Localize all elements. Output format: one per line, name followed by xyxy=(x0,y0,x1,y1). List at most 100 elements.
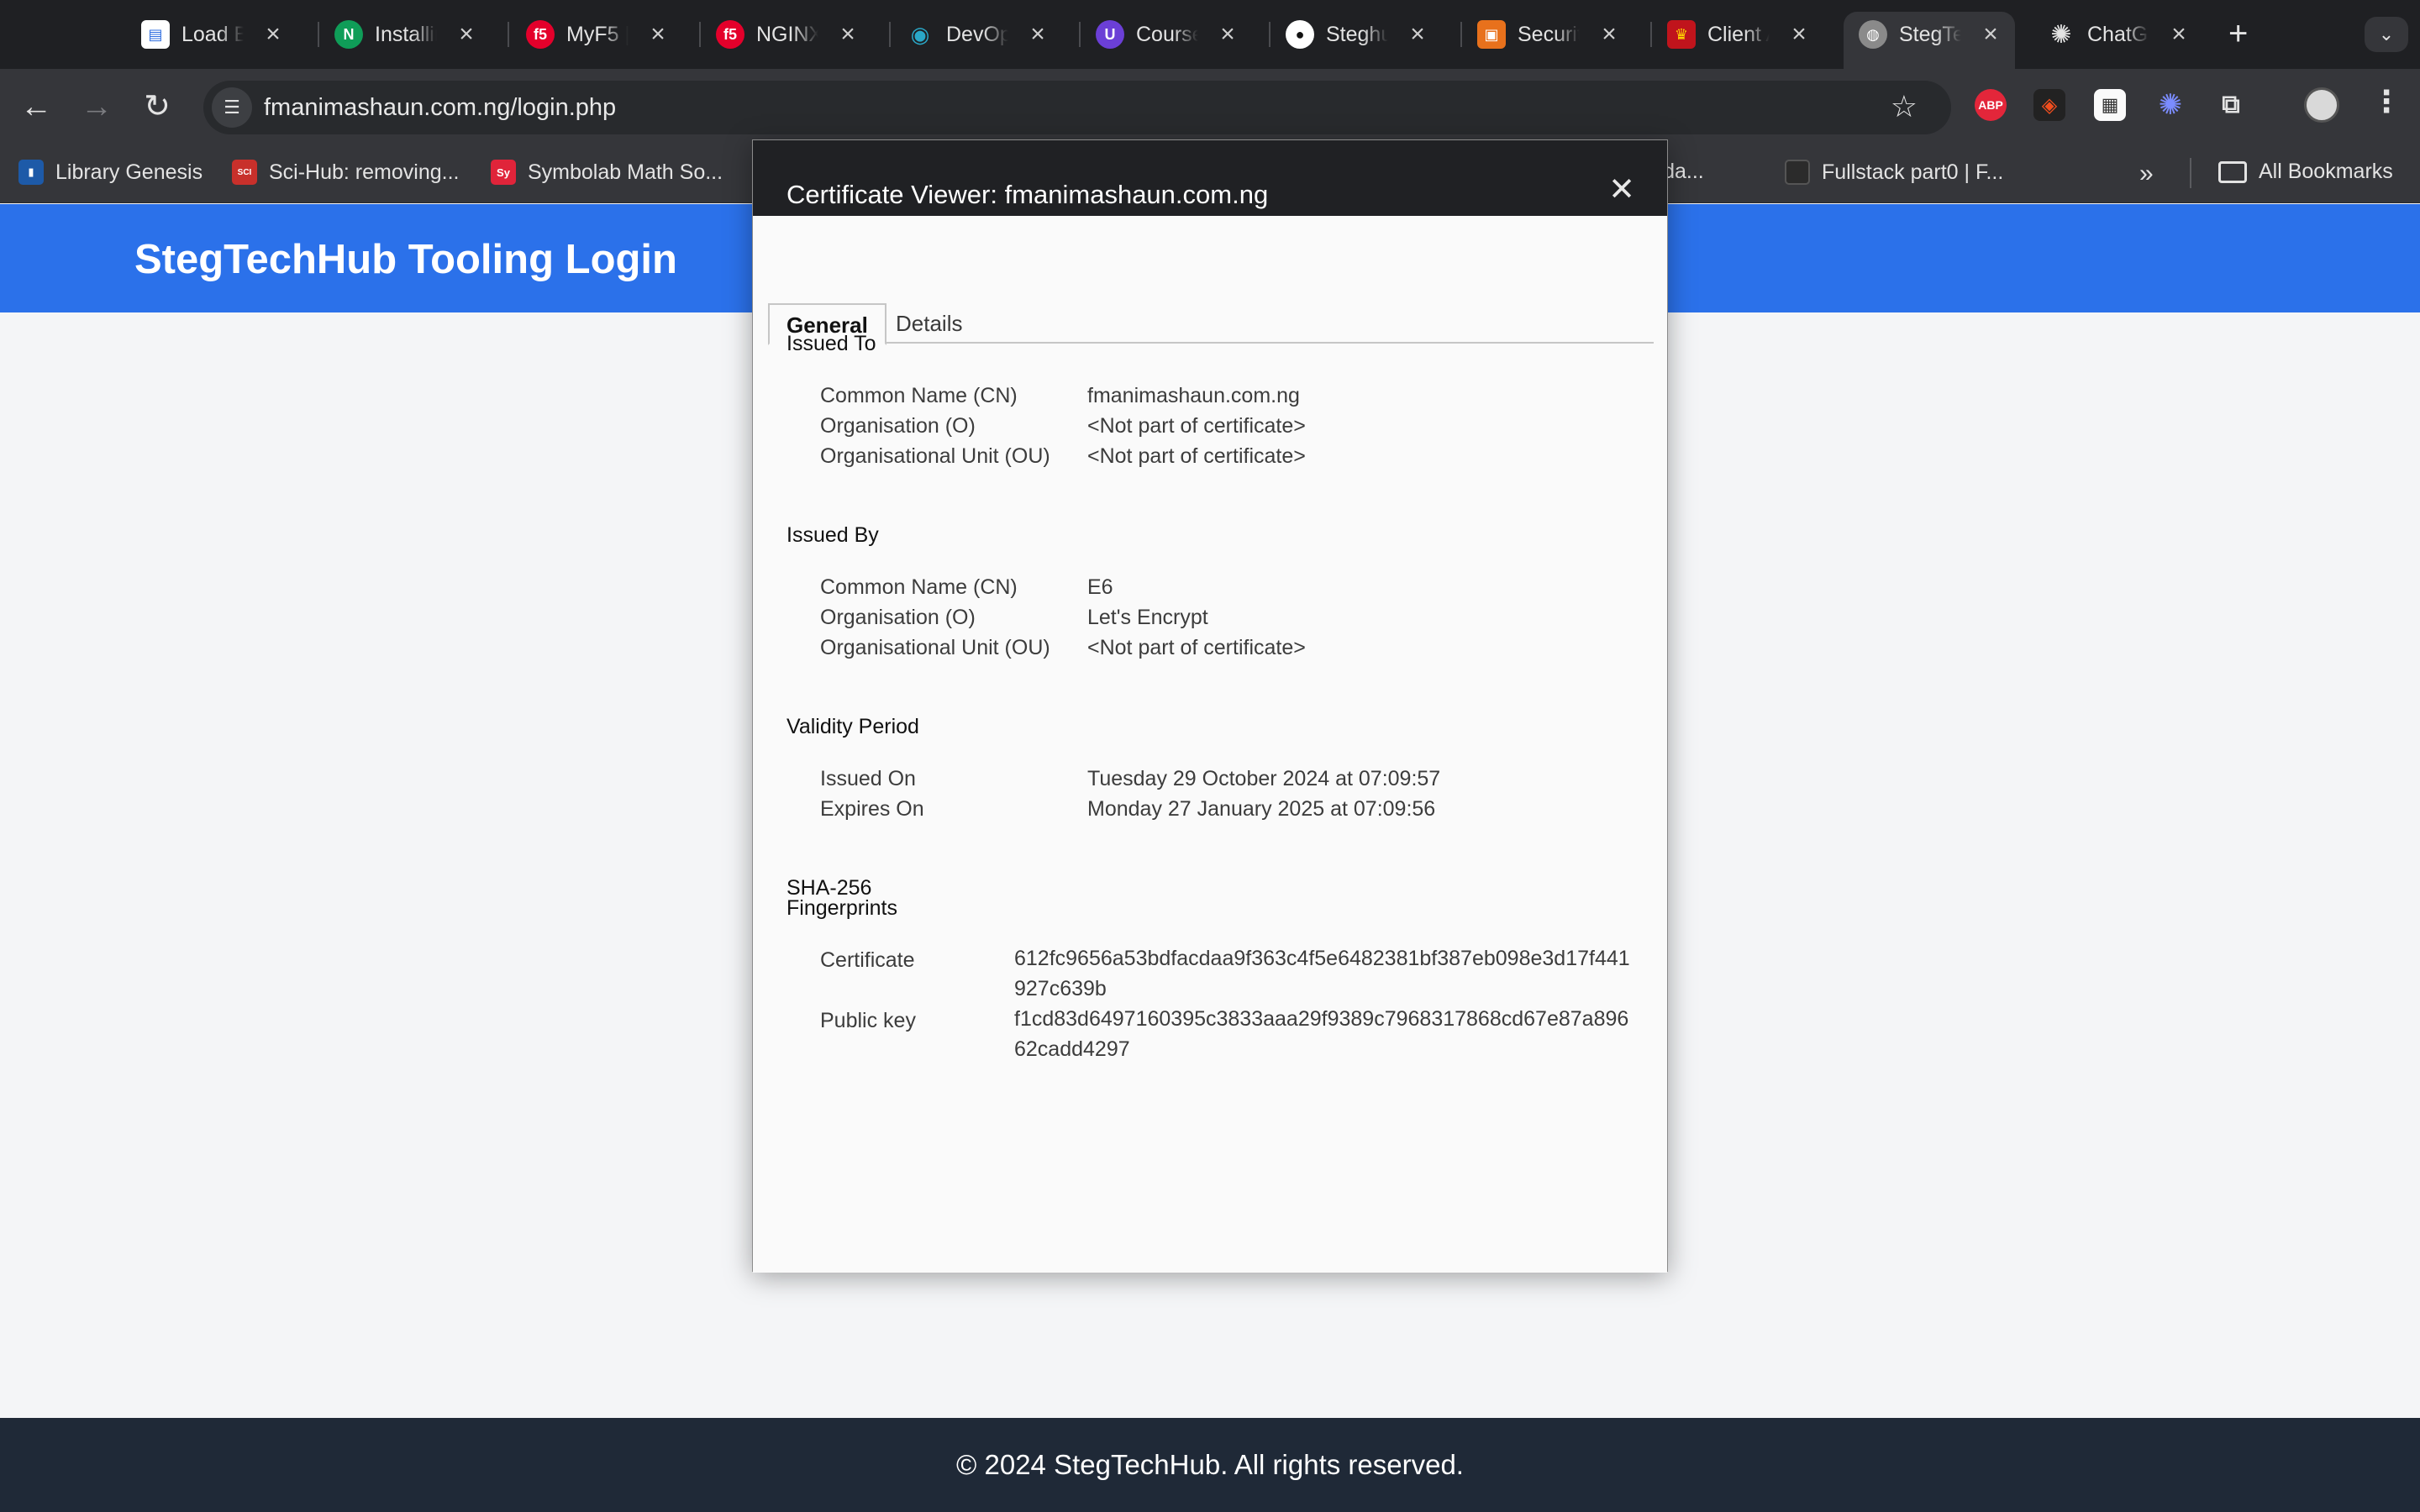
tab-strip: ▤ Load Balancer × N Installing × f5 MyF5… xyxy=(0,0,2420,69)
close-tab-icon[interactable]: × xyxy=(454,20,479,49)
bookmark-label: Library Genesis xyxy=(55,160,203,184)
tab-separator xyxy=(699,22,701,47)
field-value: fmanimashaun.com.ng xyxy=(1087,384,1300,407)
reload-icon[interactable]: ↻ xyxy=(138,87,176,126)
field-value: <Not part of certificate> xyxy=(1087,444,1306,468)
nginx-icon: N xyxy=(334,20,363,49)
field-label: Organisation (O) xyxy=(820,606,976,629)
certificate-viewer-dialog: Certificate Viewer: fmanimashaun.com.ng … xyxy=(752,139,1668,1273)
close-tab-icon[interactable]: × xyxy=(2166,20,2191,49)
avatar[interactable] xyxy=(2304,87,2339,123)
tab-title: MyF5 | Home xyxy=(566,22,629,46)
address-bar[interactable]: ☰ fmanimashaun.com.ng/login.php ☆ xyxy=(203,81,1951,134)
browser-tab[interactable]: ● Steghub × xyxy=(1286,12,1430,57)
dialog-titlebar: Certificate Viewer: fmanimashaun.com.ng … xyxy=(753,140,1667,216)
tab-title: Security xyxy=(1518,22,1580,46)
bookmark-item[interactable]: Sy Symbolab Math So... xyxy=(491,160,723,185)
bookmark-star-icon[interactable]: ☆ xyxy=(1891,89,1918,124)
tab-title: Installing xyxy=(375,22,437,46)
browser-tab[interactable]: f5 MyF5 | Home × xyxy=(526,12,671,57)
footer-text: © 2024 StegTechHub. All rights reserved. xyxy=(956,1449,1464,1480)
bookmark-item[interactable]: ▮ Library Genesis xyxy=(18,160,203,185)
field-label: Organisational Unit (OU) xyxy=(820,636,1050,659)
forward-arrow-icon[interactable]: → xyxy=(77,87,116,126)
close-tab-icon[interactable]: × xyxy=(1786,20,1812,49)
tab-details[interactable]: Details xyxy=(879,303,979,344)
openai-icon: ✺ xyxy=(2050,20,2072,49)
f5-icon: f5 xyxy=(716,20,744,49)
close-tab-icon[interactable]: × xyxy=(1215,20,1240,49)
page-title: StegTechHub Tooling Login xyxy=(134,237,677,282)
f5-icon: f5 xyxy=(526,20,555,49)
tab-title: Load Balancer xyxy=(182,22,244,46)
browser-tab[interactable]: ✺ ChatGPT × xyxy=(2047,12,2191,57)
close-tab-icon[interactable]: × xyxy=(1978,20,2003,49)
url-text[interactable]: fmanimashaun.com.ng/login.php xyxy=(264,94,616,122)
bookmarks-separator xyxy=(2190,158,2191,188)
issued-to-heading: Issued To xyxy=(786,332,876,355)
certificate-fingerprint: 612fc9656a53bdfacdaa9f363c4f5e6482381bf3… xyxy=(1014,947,1630,1000)
field-value: E6 xyxy=(1087,575,1113,599)
browser-tab[interactable]: f5 NGINX × xyxy=(716,12,860,57)
symbolab-icon: Sy xyxy=(491,160,516,185)
figma-icon[interactable]: ◈ xyxy=(2033,89,2065,121)
browser-tab[interactable]: ◉ DevOps × xyxy=(906,12,1050,57)
close-icon[interactable]: ✕ xyxy=(1608,174,1635,206)
tab-separator xyxy=(1650,22,1652,47)
site-info-icon[interactable]: ☰ xyxy=(212,87,252,128)
field-value: Monday 27 January 2025 at 07:09:56 xyxy=(1087,797,1436,821)
crown-icon: ♛ xyxy=(1667,20,1696,49)
issued-by-heading: Issued By xyxy=(786,523,879,547)
browser-tab[interactable]: N Installing × xyxy=(334,12,479,57)
back-arrow-icon[interactable]: ← xyxy=(17,87,55,126)
browser-tab-active[interactable]: ◍ StegTechHub × xyxy=(1844,12,2015,69)
field-label: Common Name (CN) xyxy=(820,384,1018,407)
field-label: Organisational Unit (OU) xyxy=(820,444,1050,468)
all-bookmarks-button[interactable]: All Bookmarks xyxy=(2218,160,2393,184)
browser-tab[interactable]: ♛ Client Area × xyxy=(1667,12,1812,57)
extension-icon[interactable]: ✺ xyxy=(2154,89,2186,121)
close-tab-icon[interactable]: × xyxy=(1405,20,1430,49)
security-icon: ▣ xyxy=(1477,20,1506,49)
tab-title: Course xyxy=(1136,22,1198,46)
extension-icon[interactable]: ▦ xyxy=(2094,89,2126,121)
github-icon: ● xyxy=(1286,20,1314,49)
bookmark-item[interactable]: Fullstack part0 | F... xyxy=(1785,160,2003,185)
browser-tab[interactable]: ▣ Security × xyxy=(1477,12,1622,57)
globe-icon: ◍ xyxy=(1859,20,1887,49)
tab-title: ChatGPT xyxy=(2087,22,2149,46)
validity-heading: Validity Period xyxy=(786,715,919,738)
tab-separator xyxy=(889,22,891,47)
tab-title: Client Area xyxy=(1707,22,1770,46)
puzzle-icon[interactable]: ⧉ xyxy=(2215,89,2247,121)
bookmark-item[interactable]: SCI Sci-Hub: removing... xyxy=(232,160,459,185)
chevron-down-icon[interactable]: ⌄ xyxy=(2365,17,2408,52)
field-label: Public key xyxy=(820,1009,916,1032)
square-icon xyxy=(1785,160,1810,185)
tab-title: NGINX xyxy=(756,22,818,46)
new-tab-icon[interactable]: + xyxy=(2228,15,2248,53)
close-tab-icon[interactable]: × xyxy=(260,20,286,49)
browser-tab[interactable]: ▤ Load Balancer × xyxy=(141,12,286,57)
close-tab-icon[interactable]: × xyxy=(1025,20,1050,49)
page-footer: © 2024 StegTechHub. All rights reserved. xyxy=(0,1418,2420,1512)
field-label: Organisation (O) xyxy=(820,414,976,438)
eye-icon: ◉ xyxy=(910,21,930,47)
more-menu-icon[interactable]: ⋮ xyxy=(2371,84,2402,119)
bookmark-label: Symbolab Math So... xyxy=(528,160,723,184)
field-value: Tuesday 29 October 2024 at 07:09:57 xyxy=(1087,767,1441,790)
field-label: Issued On xyxy=(820,767,916,790)
close-tab-icon[interactable]: × xyxy=(1597,20,1622,49)
adblock-icon[interactable]: ABP xyxy=(1975,89,2007,121)
chevron-double-right-icon[interactable]: » xyxy=(2139,160,2154,188)
bookmark-label: Sci-Hub: removing... xyxy=(269,160,460,184)
all-bookmarks-label: All Bookmarks xyxy=(2259,160,2393,183)
field-value: Let's Encrypt xyxy=(1087,606,1208,629)
dialog-body xyxy=(753,216,1667,1273)
browser-tab[interactable]: U Course × xyxy=(1096,12,1240,57)
document-icon: ▤ xyxy=(141,20,170,49)
field-value: <Not part of certificate> xyxy=(1087,636,1306,659)
field-label: Common Name (CN) xyxy=(820,575,1018,599)
close-tab-icon[interactable]: × xyxy=(645,20,671,49)
close-tab-icon[interactable]: × xyxy=(835,20,860,49)
